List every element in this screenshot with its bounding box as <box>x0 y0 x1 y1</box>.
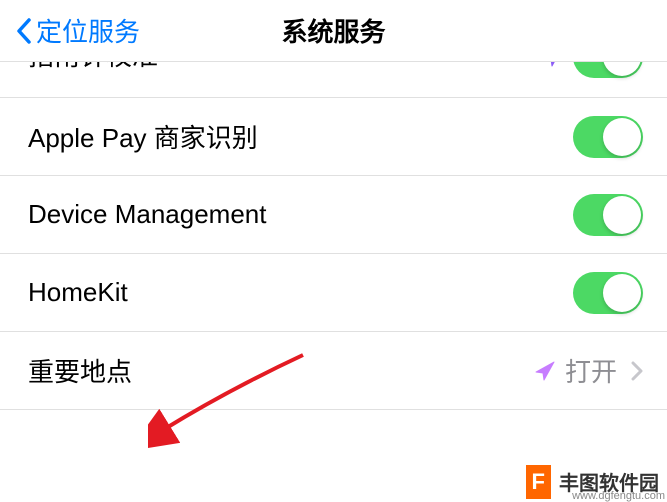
toggle-switch[interactable] <box>573 116 643 158</box>
item-right: 打开 <box>533 352 643 389</box>
item-right <box>573 272 643 314</box>
list-item-compass[interactable]: 指南针校准 <box>0 62 667 98</box>
location-arrow-icon <box>533 359 557 383</box>
toggle-switch[interactable] <box>573 194 643 236</box>
settings-list: 指南针校准 Apple Pay 商家识别 Device Management <box>0 62 667 410</box>
page-title: 系统服务 <box>281 12 385 49</box>
item-label: Device Management <box>28 199 266 230</box>
item-label: HomeKit <box>28 277 128 308</box>
chevron-left-icon <box>16 17 32 45</box>
item-right <box>573 194 643 236</box>
item-label: Apple Pay 商家识别 <box>28 118 258 155</box>
watermark-url: www.dgfengtu.com <box>572 490 665 502</box>
toggle-switch[interactable] <box>573 62 643 78</box>
item-label: 指南针校准 <box>28 62 158 73</box>
nav-header: 定位服务 系统服务 <box>0 0 667 62</box>
location-arrow-icon <box>541 62 565 69</box>
back-label: 定位服务 <box>36 12 140 49</box>
item-label: 重要地点 <box>28 352 132 389</box>
toggle-knob <box>603 118 641 156</box>
list-item-device-management[interactable]: Device Management <box>0 176 667 254</box>
item-right <box>573 116 643 158</box>
item-right <box>541 62 643 78</box>
back-button[interactable]: 定位服务 <box>0 12 140 49</box>
toggle-switch[interactable] <box>573 272 643 314</box>
watermark-logo: F <box>526 465 551 499</box>
status-text: 打开 <box>565 352 617 389</box>
list-item-homekit[interactable]: HomeKit <box>0 254 667 332</box>
toggle-knob <box>603 274 641 312</box>
list-item-significant-locations[interactable]: 重要地点 打开 <box>0 332 667 410</box>
toggle-knob <box>603 196 641 234</box>
toggle-knob <box>603 62 641 76</box>
list-item-apple-pay[interactable]: Apple Pay 商家识别 <box>0 98 667 176</box>
chevron-right-icon <box>631 361 643 381</box>
